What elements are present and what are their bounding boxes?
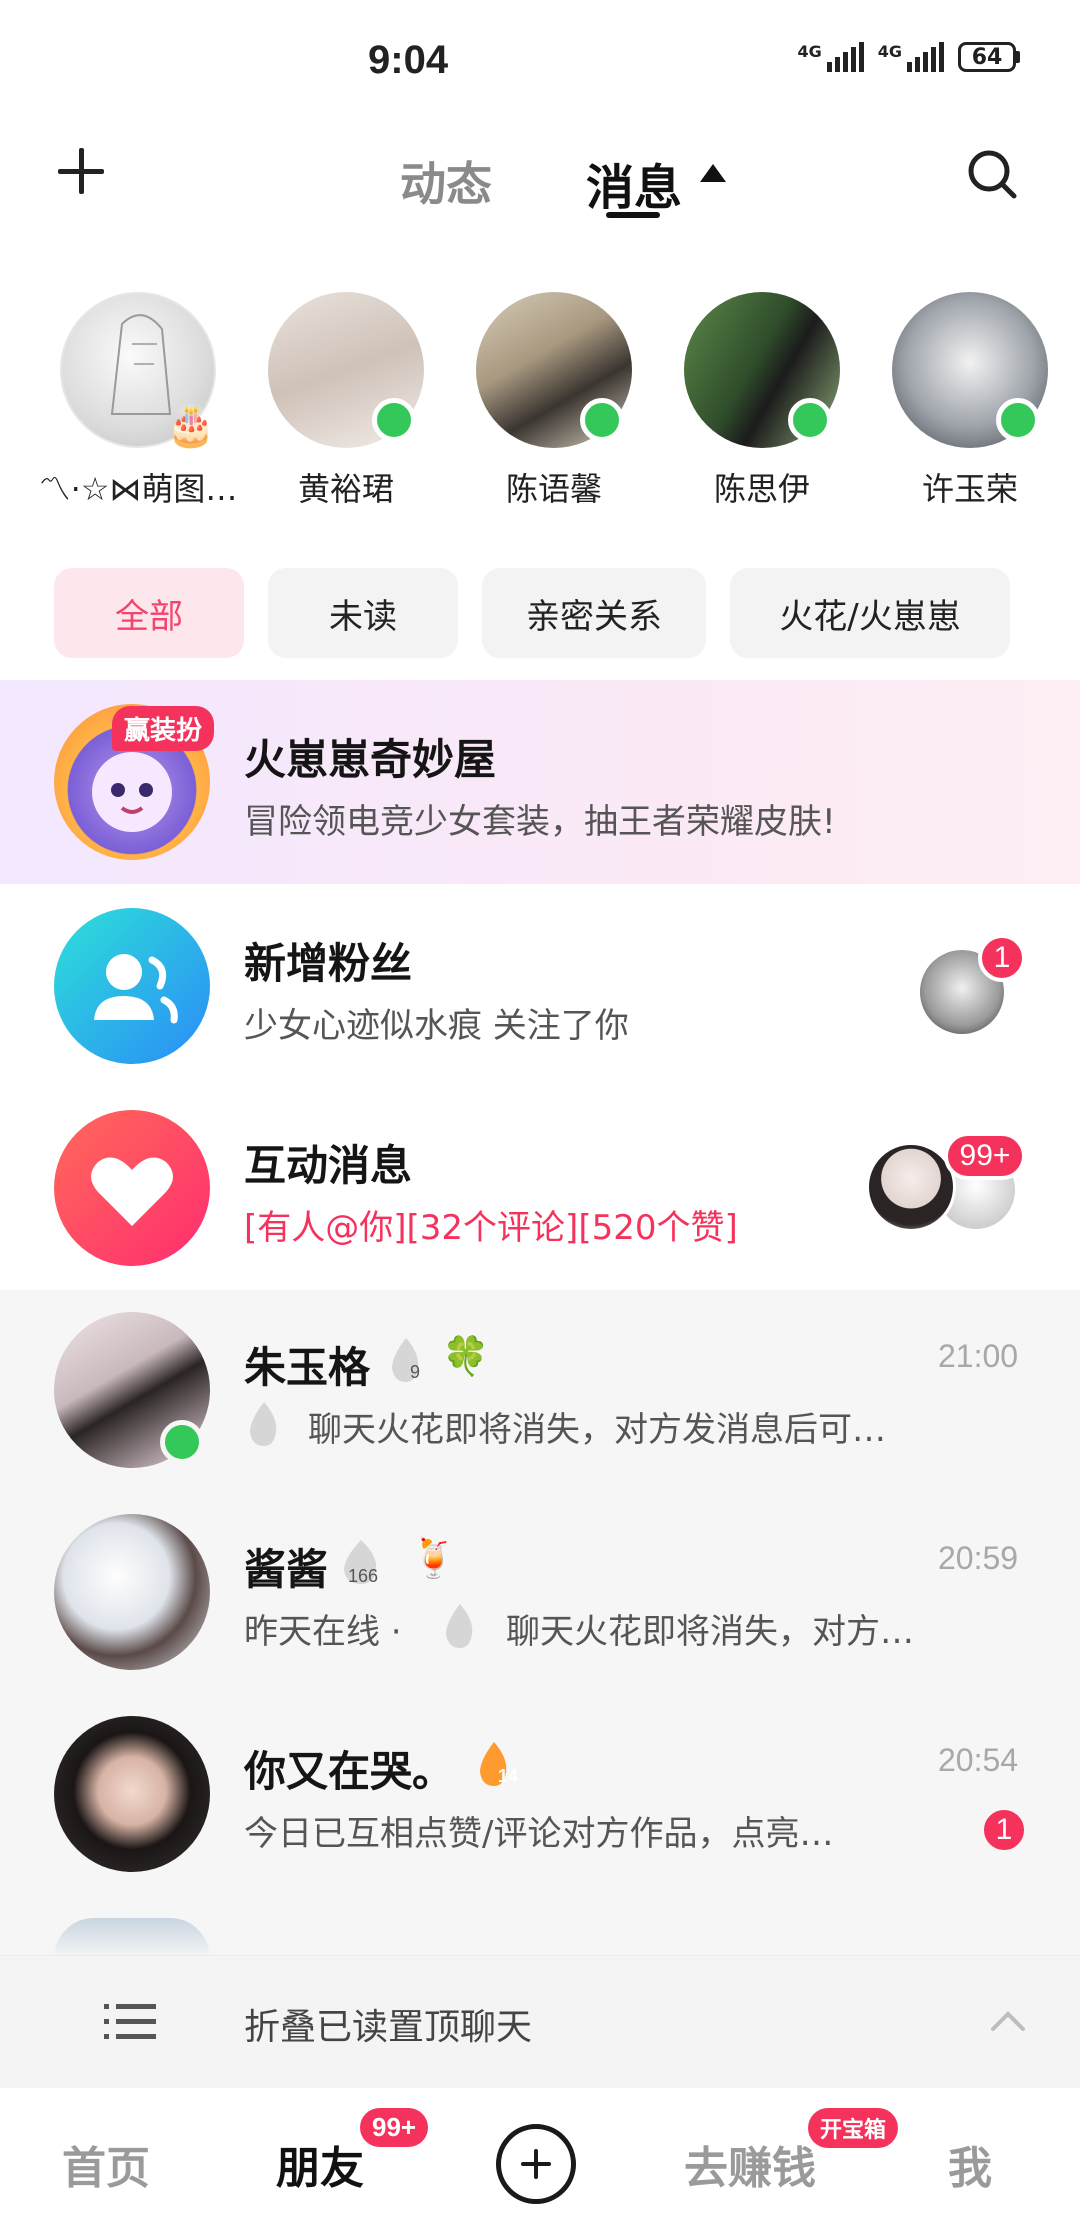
filter-intimate[interactable]: 亲密关系 bbox=[482, 568, 706, 658]
fold-read-pinned-bar[interactable] bbox=[0, 1955, 1080, 2088]
story-item[interactable]: 陈思伊 bbox=[682, 292, 842, 510]
flame-icon bbox=[244, 1400, 284, 1448]
drink-icon: 🍹 bbox=[410, 1536, 458, 1580]
promo-badge: 赢装扮 bbox=[112, 706, 215, 751]
status-time: 9:04 bbox=[368, 38, 449, 82]
chat-preview: 聊天火花即将消失，对方… bbox=[506, 1612, 914, 1652]
chat-preview: 今日已互相点赞/评论对方作品，点亮… bbox=[244, 1814, 834, 1854]
new-fans-icon bbox=[54, 908, 210, 1064]
chat-avatar bbox=[54, 1918, 210, 1958]
story-item[interactable]: 许玉荣 bbox=[890, 292, 1050, 510]
add-icon[interactable] bbox=[58, 148, 104, 194]
new-fans-badge: 1 bbox=[978, 934, 1026, 982]
streak-count: 9 bbox=[410, 1362, 421, 1382]
story-name: 陈语馨 bbox=[505, 470, 602, 508]
fold-label: 折叠已读置顶聊天 bbox=[244, 2007, 533, 2048]
chat-name: 你又在哭。 bbox=[244, 1747, 455, 1796]
chat-preview: 聊天火花即将消失，对方发消息后可… bbox=[308, 1410, 886, 1450]
promo-title: 火崽崽奇妙屋 bbox=[244, 735, 497, 784]
interaction-title: 互动消息 bbox=[244, 1141, 413, 1190]
create-button[interactable] bbox=[496, 2124, 576, 2204]
search-icon[interactable] bbox=[966, 148, 1018, 200]
filter-spark[interactable]: 火花/火崽崽 bbox=[730, 568, 1010, 658]
story-item[interactable]: 黄裕珺 bbox=[266, 292, 426, 510]
chat-avatar bbox=[54, 1514, 210, 1670]
nav-friends[interactable]: 朋友 bbox=[276, 2132, 364, 2196]
chat-avatar bbox=[54, 1716, 210, 1872]
chat-status: 昨天在线 · bbox=[244, 1612, 402, 1652]
interaction-subtitle: [有人@你][32个评论][520个赞] bbox=[244, 1208, 738, 1248]
online-indicator bbox=[996, 398, 1040, 442]
caret-up-icon[interactable] bbox=[700, 164, 726, 182]
nav-me[interactable]: 我 bbox=[948, 2132, 992, 2196]
cake-icon: 🎂 bbox=[166, 403, 216, 449]
interaction-badge: 99+ bbox=[944, 1132, 1026, 1180]
filter-all[interactable]: 全部 bbox=[54, 568, 244, 658]
tab-messages[interactable]: 消息 bbox=[586, 148, 682, 218]
signal-icon: 4G bbox=[797, 42, 864, 72]
list-icon bbox=[104, 2004, 156, 2039]
earn-badge: 开宝箱 bbox=[808, 2108, 899, 2148]
story-name: 陈思伊 bbox=[713, 470, 810, 508]
online-indicator bbox=[372, 398, 416, 442]
story-name: 许玉荣 bbox=[921, 470, 1018, 508]
story-item[interactable]: 🎂 〽·☆⋈萌图… bbox=[39, 292, 237, 510]
unread-badge: 1 bbox=[980, 1806, 1028, 1854]
online-indicator bbox=[580, 398, 624, 442]
flame-icon bbox=[440, 1602, 480, 1650]
status-icons: 4G 4G 64 bbox=[797, 42, 1020, 72]
new-fans-title: 新增粉丝 bbox=[244, 939, 413, 988]
story-name: 〽·☆⋈萌图… bbox=[38, 470, 238, 508]
battery-icon: 64 bbox=[958, 42, 1020, 72]
chat-time: 21:00 bbox=[938, 1338, 1019, 1374]
online-indicator bbox=[788, 398, 832, 442]
chat-time: 20:59 bbox=[938, 1540, 1019, 1576]
new-fans-subtitle: 少女心迹似水痕 关注了你 bbox=[244, 1006, 629, 1046]
interaction-icon bbox=[54, 1110, 210, 1266]
promo-subtitle: 冒险领电竞少女套装，抽王者荣耀皮肤! bbox=[244, 802, 836, 842]
interaction-avatar-1 bbox=[866, 1142, 956, 1232]
streak-count: 14 bbox=[498, 1766, 519, 1786]
active-tab-indicator bbox=[606, 212, 660, 218]
chat-name: 朱玉格 bbox=[244, 1343, 371, 1392]
signal-icon-2: 4G bbox=[878, 42, 944, 72]
friends-badge: 99+ bbox=[360, 2108, 429, 2147]
nav-earn[interactable]: 去赚钱 bbox=[684, 2132, 816, 2196]
chevron-up-icon[interactable] bbox=[990, 2010, 1026, 2032]
story-name: 黄裕珺 bbox=[297, 470, 394, 508]
story-item[interactable]: 陈语馨 bbox=[474, 292, 634, 510]
streak-count: 166 bbox=[348, 1566, 379, 1586]
filter-unread[interactable]: 未读 bbox=[268, 568, 458, 658]
chat-name: 酱酱 bbox=[244, 1545, 329, 1594]
nav-home[interactable]: 首页 bbox=[62, 2132, 150, 2196]
chat-time: 20:54 bbox=[938, 1742, 1019, 1778]
clover-icon: 🍀 bbox=[442, 1334, 490, 1378]
tab-dynamic[interactable]: 动态 bbox=[400, 148, 492, 214]
online-indicator bbox=[160, 1420, 204, 1464]
